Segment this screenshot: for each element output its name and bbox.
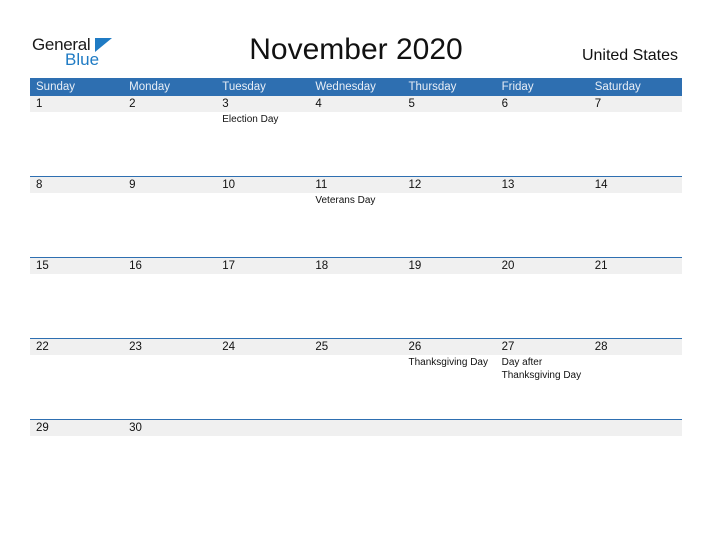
day-number: 8 — [36, 178, 43, 191]
holiday-label — [216, 193, 309, 207]
day-number — [309, 420, 402, 436]
holiday-label: Veterans Day — [315, 194, 376, 206]
event-row — [30, 274, 682, 275]
day-number: 5 — [408, 98, 415, 110]
week-row: 29 30 — [30, 418, 682, 500]
holiday-label — [123, 112, 216, 126]
holiday-label — [30, 355, 123, 382]
holiday-label: Thanksgiving Day — [408, 356, 488, 368]
day-number: 2 — [129, 98, 136, 110]
holiday-label — [403, 112, 496, 126]
holiday-label — [403, 436, 496, 437]
day-number: 13 — [501, 178, 515, 191]
calendar-grid: Sunday Monday Tuesday Wednesday Thursday… — [30, 78, 682, 436]
holiday-label — [403, 193, 496, 207]
holiday-label — [30, 274, 123, 275]
holiday-label — [589, 193, 682, 207]
day-number: 16 — [129, 259, 142, 272]
day-number: 29 — [36, 421, 49, 434]
holiday-label — [309, 355, 402, 382]
day-number: 27 — [501, 340, 515, 353]
weekday-monday: Monday — [129, 81, 171, 93]
holiday-label — [496, 274, 589, 275]
weekday-tuesday: Tuesday — [222, 81, 266, 93]
holiday-label — [30, 112, 123, 126]
day-number: 14 — [594, 178, 608, 191]
holiday-label — [496, 193, 589, 207]
holiday-label — [123, 193, 216, 207]
holiday-label — [403, 274, 496, 275]
holiday-label — [309, 274, 402, 275]
holiday-label — [309, 436, 402, 437]
day-number: 17 — [222, 259, 236, 272]
day-number: 1 — [36, 98, 43, 110]
event-row: Thanksgiving Day Day after Thanksgiving D… — [30, 355, 682, 382]
week-row: 22 23 24 25 26 27 28 Thanksgiving Day Day after … — [30, 337, 682, 419]
holiday-label — [30, 436, 123, 437]
date-row: 8 9 10 11 12 13 14 — [30, 175, 682, 193]
holiday-label — [216, 436, 309, 437]
day-number: 25 — [315, 340, 329, 353]
day-number: 19 — [408, 259, 422, 272]
holiday-label: Day after Thanksgiving Day — [501, 356, 582, 381]
holiday-label — [123, 274, 216, 275]
country-label: United States — [581, 47, 678, 64]
day-number — [496, 420, 589, 436]
weekday-wednesday: Wednesday — [315, 81, 376, 93]
day-number: 24 — [222, 340, 236, 353]
day-number: 18 — [315, 259, 329, 272]
weekday-header-row: Sunday Monday Tuesday Wednesday Thursday… — [30, 78, 682, 96]
day-number: 26 — [408, 340, 422, 353]
day-number — [216, 420, 309, 436]
date-row: 22 23 24 25 26 27 28 — [30, 337, 682, 355]
weekday-saturday: Saturday — [594, 81, 641, 93]
holiday-label — [309, 112, 402, 126]
weekday-sunday: Sunday — [36, 81, 76, 93]
event-row: Veterans Day — [30, 193, 682, 207]
day-number: 21 — [594, 259, 608, 272]
day-number: 12 — [408, 178, 422, 191]
day-number: 22 — [36, 340, 49, 353]
holiday-label — [123, 436, 216, 437]
holiday-label — [496, 436, 589, 437]
day-number: 15 — [36, 259, 49, 272]
day-number: 10 — [222, 178, 236, 191]
day-number: 23 — [129, 340, 142, 353]
day-number: 28 — [594, 340, 608, 353]
date-row: 1 2 3 4 5 6 7 — [30, 96, 682, 112]
holiday-label — [589, 274, 682, 275]
day-number: 3 — [222, 98, 229, 110]
day-number — [589, 420, 682, 436]
event-row: Election Day — [30, 112, 682, 126]
day-number: 9 — [129, 178, 136, 191]
day-number: 30 — [129, 421, 142, 434]
day-number: 7 — [594, 98, 602, 110]
holiday-label — [589, 112, 682, 126]
holiday-label — [216, 355, 309, 382]
day-number: 20 — [501, 259, 515, 272]
holiday-label: Election Day — [222, 114, 279, 125]
event-row — [30, 436, 682, 437]
weekday-friday: Friday — [501, 81, 534, 93]
weekday-thursday: Thursday — [408, 81, 457, 93]
holiday-label — [496, 112, 589, 126]
date-row: 15 16 17 18 19 20 21 — [30, 256, 682, 274]
day-number: 4 — [315, 98, 322, 110]
week-row: 1 2 3 4 5 6 7 Election Day — [30, 96, 682, 177]
week-row: 8 9 10 11 12 13 14 Veterans Day — [30, 175, 682, 257]
holiday-label — [216, 274, 309, 275]
holiday-label — [589, 355, 682, 382]
day-number: 11 — [315, 178, 328, 191]
holiday-label — [589, 436, 682, 437]
day-number — [403, 420, 496, 436]
day-number: 6 — [501, 98, 509, 110]
date-row: 29 30 — [30, 418, 682, 436]
week-row: 15 16 17 18 19 20 21 — [30, 256, 682, 338]
holiday-label — [30, 193, 123, 207]
holiday-label — [123, 355, 216, 382]
